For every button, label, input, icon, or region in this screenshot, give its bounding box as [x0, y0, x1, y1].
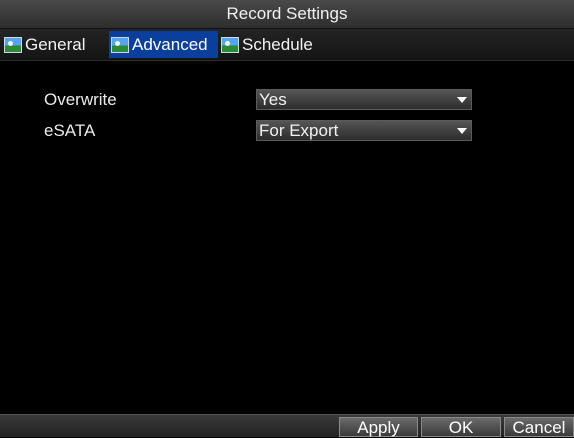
- esata-label: eSATA: [44, 121, 96, 140]
- cancel-button[interactable]: Cancel: [504, 417, 574, 437]
- dropdown-arrow-icon: [457, 97, 467, 103]
- overwrite-label: Overwrite: [44, 90, 117, 109]
- window-title-bar: Record Settings: [0, 0, 574, 29]
- tab-label: General: [25, 34, 86, 54]
- tab-label: Schedule: [242, 34, 313, 54]
- apply-button[interactable]: Apply: [339, 417, 418, 437]
- esata-value: For Export: [259, 121, 339, 140]
- dropdown-arrow-icon: [457, 128, 467, 134]
- picture-icon: [4, 36, 22, 53]
- window-title: Record Settings: [226, 4, 348, 23]
- picture-icon: [111, 36, 129, 53]
- ok-button[interactable]: OK: [421, 417, 501, 437]
- tab-strip: General Advanced Schedule: [0, 29, 574, 61]
- tab-general[interactable]: General: [2, 31, 109, 58]
- overwrite-value: Yes: [259, 90, 287, 109]
- tab-label: Advanced: [132, 34, 208, 54]
- button-bar: Apply OK Cancel: [0, 414, 574, 437]
- tab-schedule[interactable]: Schedule: [219, 31, 325, 58]
- tab-advanced[interactable]: Advanced: [109, 31, 218, 58]
- picture-icon: [221, 36, 239, 53]
- overwrite-select[interactable]: Yes: [256, 89, 472, 110]
- esata-select[interactable]: For Export: [256, 120, 472, 141]
